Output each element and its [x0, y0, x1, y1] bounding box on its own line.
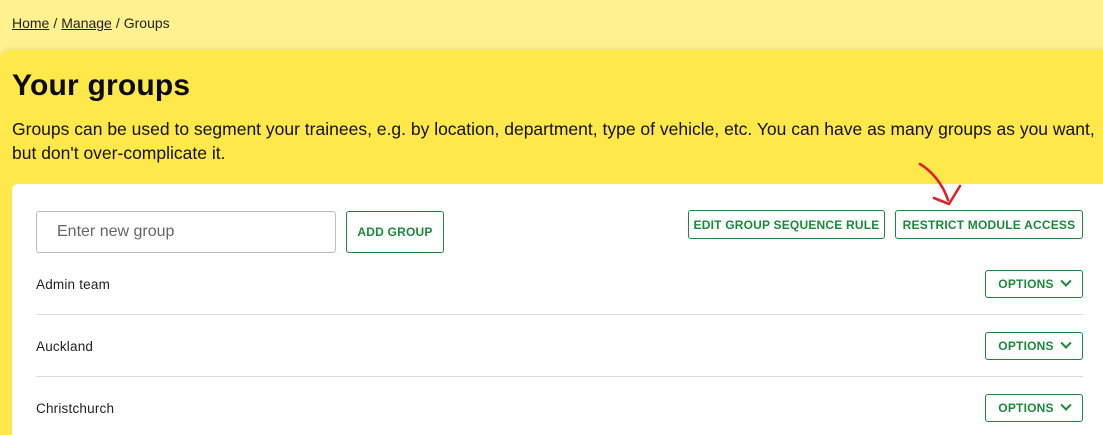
restrict-module-access-button[interactable]: RESTRICT MODULE ACCESS [895, 210, 1083, 239]
list-item: Auckland OPTIONS [36, 315, 1083, 377]
page-description: Groups can be used to segment your train… [12, 119, 1095, 163]
breadcrumb-manage-link[interactable]: Manage [61, 15, 112, 31]
breadcrumb: Home / Manage / Groups [12, 15, 170, 31]
options-button[interactable]: OPTIONS [985, 270, 1083, 298]
new-group-input[interactable] [36, 211, 336, 253]
group-name: Christchurch [36, 400, 115, 416]
page-title: Your groups [12, 69, 191, 102]
options-label: OPTIONS [998, 339, 1054, 353]
options-button[interactable]: OPTIONS [985, 394, 1083, 422]
list-item: Christchurch OPTIONS [36, 377, 1083, 435]
group-name: Admin team [36, 276, 111, 292]
edit-group-sequence-rule-button[interactable]: EDIT GROUP SEQUENCE RULE [688, 210, 885, 239]
chevron-down-icon [1060, 337, 1072, 349]
chevron-down-icon [1060, 275, 1072, 287]
breadcrumb-home-link[interactable]: Home [12, 15, 49, 31]
options-button[interactable]: OPTIONS [985, 332, 1083, 360]
options-label: OPTIONS [998, 401, 1054, 415]
options-label: OPTIONS [998, 277, 1054, 291]
list-item: Admin team OPTIONS [36, 253, 1083, 315]
breadcrumb-separator: / [115, 15, 120, 31]
group-name: Auckland [36, 338, 94, 354]
add-group-button[interactable]: ADD GROUP [346, 211, 444, 253]
chevron-down-icon [1060, 399, 1072, 411]
breadcrumb-current: Groups [123, 15, 170, 31]
red-arrow-annotation [918, 162, 962, 206]
breadcrumb-separator: / [53, 15, 58, 31]
